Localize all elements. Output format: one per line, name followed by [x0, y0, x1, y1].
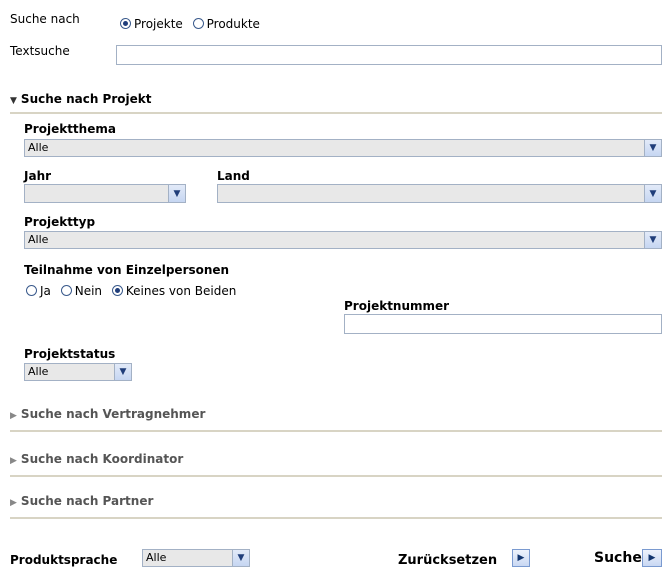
- product-language-select[interactable]: Alle ▼: [142, 549, 250, 567]
- participation-label: Teilnahme von Einzelpersonen: [24, 263, 230, 277]
- radio-ja[interactable]: [26, 285, 37, 296]
- reset-button[interactable]: ▶: [512, 549, 530, 567]
- play-arrow-icon: ▶: [517, 553, 525, 563]
- chevron-down-icon[interactable]: ▼: [644, 232, 661, 248]
- project-number-input[interactable]: [344, 314, 662, 334]
- divider: [10, 112, 662, 114]
- divider: [10, 475, 662, 477]
- chevron-down-icon[interactable]: ▼: [644, 140, 661, 156]
- project-type-select[interactable]: Alle ▼: [24, 231, 662, 249]
- triangle-right-icon: ▶: [10, 498, 17, 508]
- product-language-label: Produktsprache: [10, 553, 118, 567]
- triangle-right-icon: ▶: [10, 456, 17, 466]
- section-project-title: Suche nach Projekt: [20, 92, 152, 106]
- text-search-label: Textsuche: [10, 44, 70, 58]
- reset-label: Zurücksetzen: [398, 553, 498, 568]
- project-theme-select[interactable]: Alle ▼: [24, 139, 662, 157]
- product-language-value: Alle: [146, 551, 167, 564]
- year-label: Jahr: [24, 169, 52, 183]
- divider: [10, 517, 662, 519]
- radio-ja-label: Ja: [40, 283, 51, 298]
- chevron-down-icon[interactable]: ▼: [168, 185, 185, 202]
- section-coordinator-title: Suche nach Koordinator: [20, 452, 184, 466]
- search-label: Suche: [594, 550, 642, 566]
- triangle-right-icon: ▶: [10, 411, 17, 421]
- year-select[interactable]: ▼: [24, 184, 186, 203]
- section-contractor-title: Suche nach Vertragnehmer: [20, 407, 206, 421]
- project-type-label: Projekttyp: [24, 215, 96, 229]
- project-status-select[interactable]: Alle ▼: [24, 363, 132, 381]
- radio-nein-label: Nein: [74, 283, 103, 298]
- project-status-label: Projektstatus: [24, 347, 116, 361]
- search-button[interactable]: ▶: [642, 549, 662, 567]
- radio-produkte[interactable]: [192, 18, 204, 29]
- search-by-radio-group: Projekte Produkte: [120, 16, 266, 31]
- search-by-label: Suche nach: [10, 12, 80, 26]
- text-search-input[interactable]: [116, 45, 662, 65]
- section-coordinator-header[interactable]: ▶ Suche nach Koordinator: [10, 452, 183, 466]
- section-partner-header[interactable]: ▶ Suche nach Partner: [10, 494, 153, 508]
- project-theme-label: Projektthema: [24, 122, 116, 136]
- chevron-down-icon[interactable]: ▼: [644, 185, 661, 202]
- radio-keines-label: Keines von Beiden: [125, 283, 237, 298]
- participation-radio-group: Ja Nein Keines von Beiden: [26, 283, 242, 298]
- section-project-header[interactable]: ▼ Suche nach Projekt: [10, 92, 151, 106]
- section-partner-title: Suche nach Partner: [20, 494, 154, 508]
- divider: [10, 430, 662, 432]
- radio-nein[interactable]: [60, 285, 72, 296]
- play-arrow-icon: ▶: [648, 553, 656, 563]
- project-status-value: Alle: [28, 365, 49, 378]
- radio-projekte[interactable]: [120, 18, 131, 29]
- chevron-down-icon[interactable]: ▼: [232, 550, 249, 566]
- radio-keines[interactable]: [111, 285, 123, 296]
- chevron-down-icon[interactable]: ▼: [114, 364, 131, 380]
- section-contractor-header[interactable]: ▶ Suche nach Vertragnehmer: [10, 407, 205, 421]
- country-label: Land: [217, 169, 250, 183]
- radio-produkte-label: Produkte: [206, 16, 260, 31]
- country-select[interactable]: ▼: [217, 184, 662, 203]
- project-type-value: Alle: [28, 233, 49, 246]
- project-number-label: Projektnummer: [344, 299, 450, 313]
- triangle-down-icon: ▼: [10, 96, 17, 106]
- project-theme-value: Alle: [28, 141, 49, 154]
- radio-projekte-label: Projekte: [134, 16, 183, 31]
